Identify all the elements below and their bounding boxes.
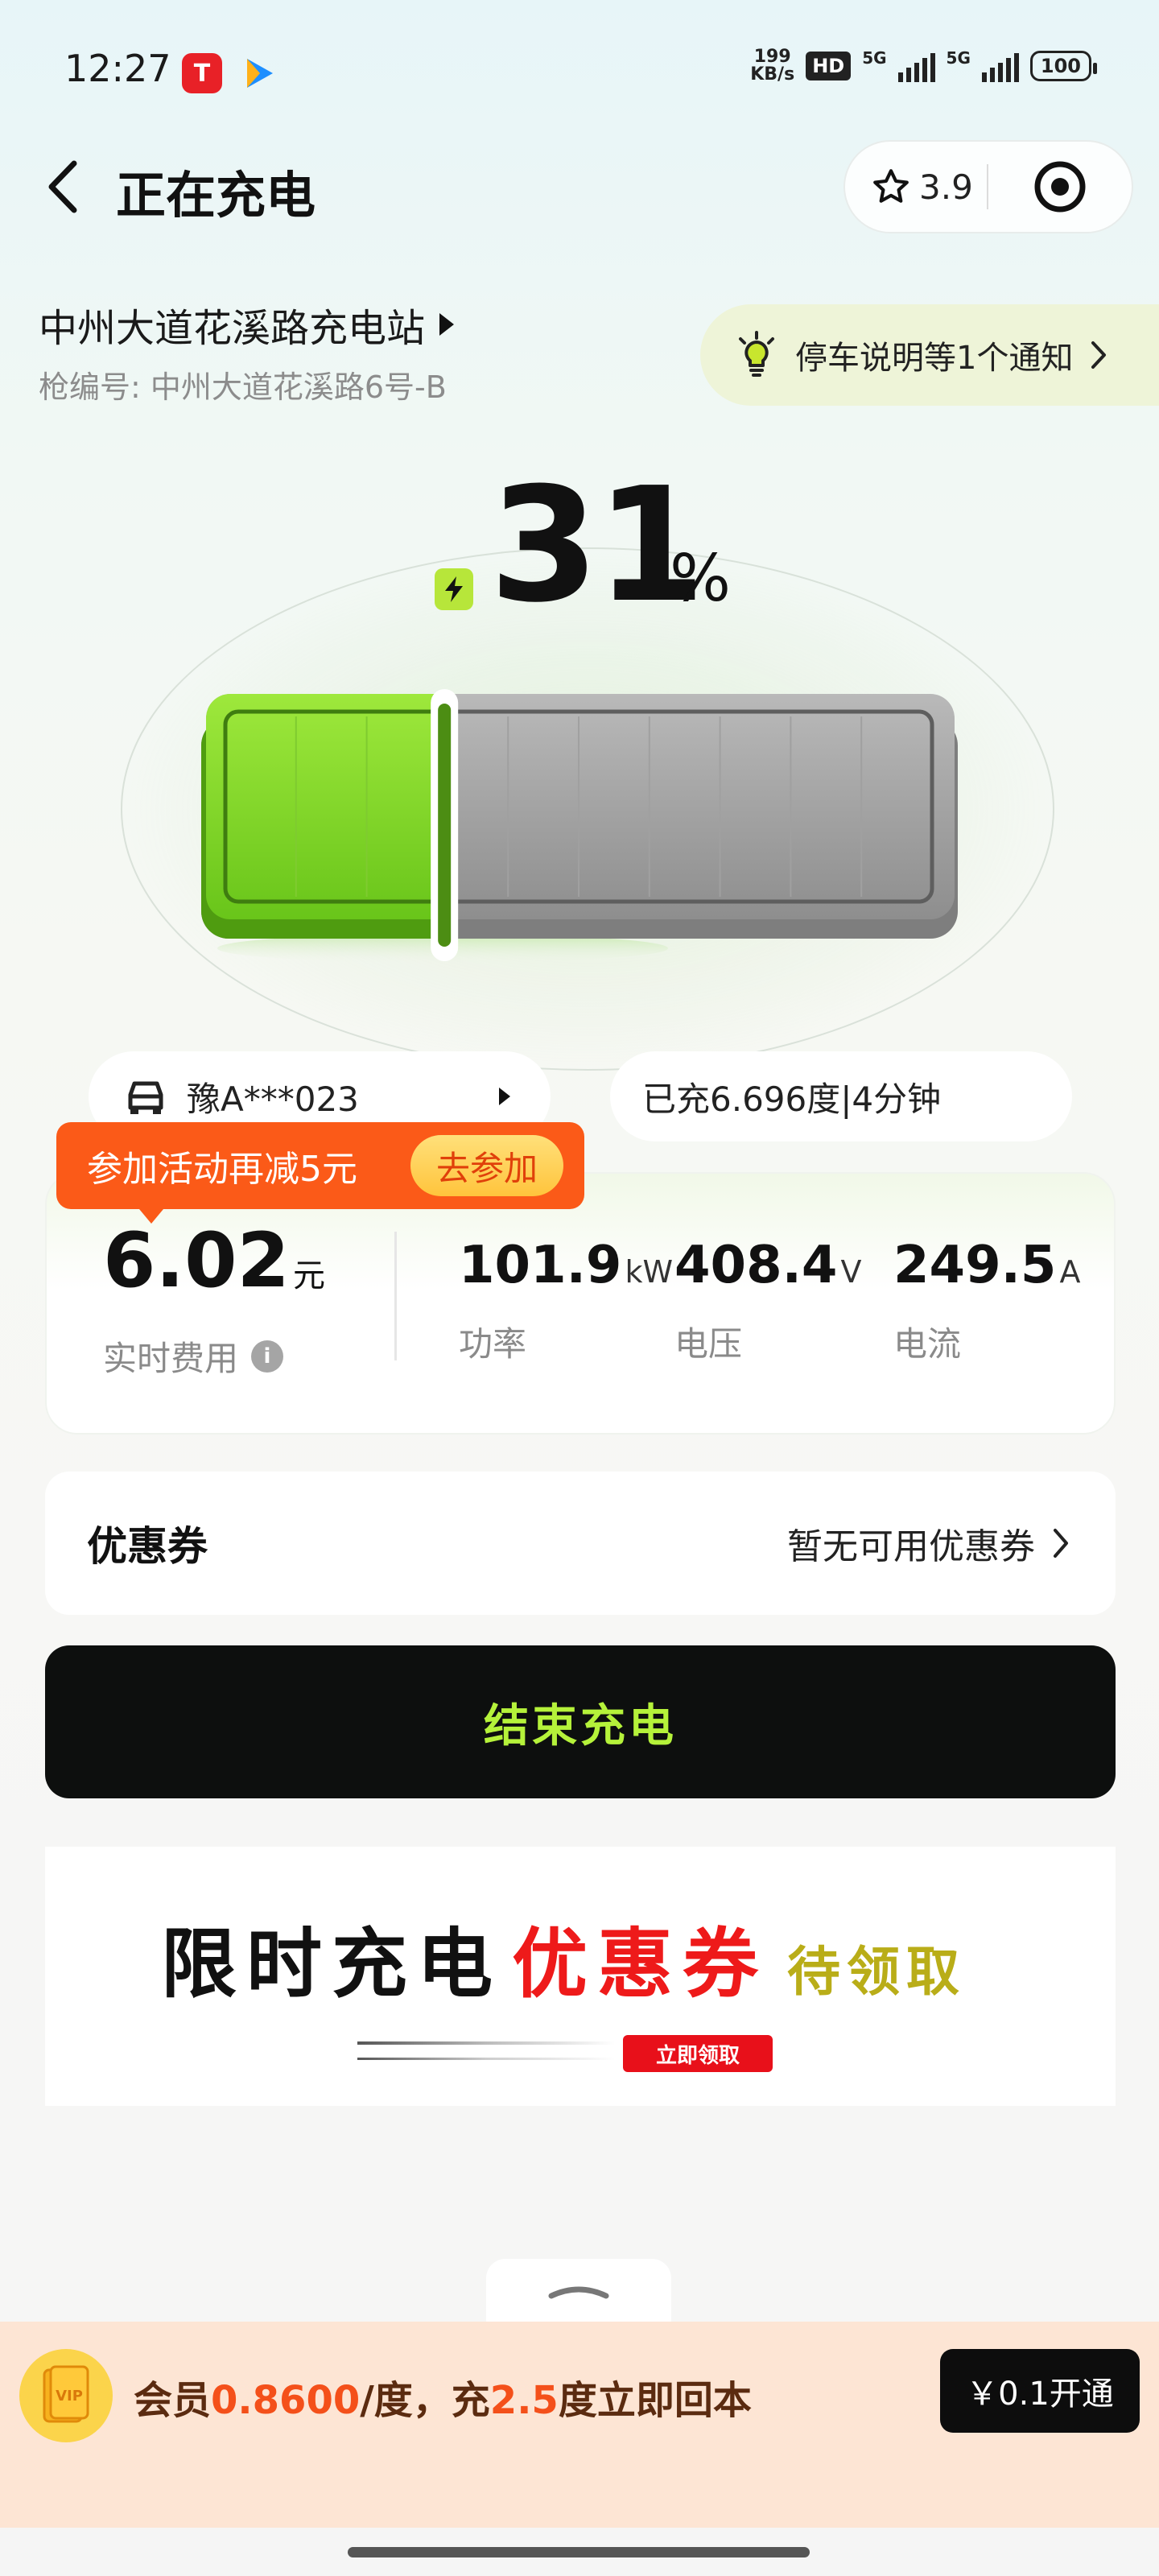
target-icon <box>1034 161 1086 213</box>
banner-speed-line <box>357 2041 615 2045</box>
car-icon <box>128 1081 163 1114</box>
station-name: 中州大道花溪路充电站 <box>39 306 426 351</box>
percent-sign: % <box>670 541 732 616</box>
station-name-link[interactable]: 中州大道花溪路充电站 <box>39 296 455 353</box>
member-amount: 2.5 <box>489 2378 559 2423</box>
power-number: 101.9 <box>459 1236 622 1295</box>
rating-value: 3.9 <box>919 167 973 207</box>
battery-graphic <box>201 689 958 963</box>
hd-badge: HD <box>806 52 852 80</box>
net-speed: 199 KB/s <box>750 48 794 84</box>
banner-part3: 待领取 <box>787 1941 967 2003</box>
member-offer-text: 会员0.8600/度，充2.5度立即回本 <box>134 2368 752 2425</box>
battery-level-marker <box>431 689 459 961</box>
status-indicators: 199 KB/s HD 5G 5G 100 <box>750 48 1098 84</box>
member-price: 0.8600 <box>211 2378 361 2423</box>
member-suffix: 度立即回本 <box>558 2378 752 2423</box>
net-speed-unit: KB/s <box>750 64 795 85</box>
caret-right-icon <box>439 313 455 336</box>
close-target-button[interactable] <box>988 159 1132 214</box>
signal-1-label: 5G <box>862 48 887 68</box>
fee-divider <box>394 1232 397 1360</box>
star-icon <box>873 169 909 203</box>
voltage-value: 408.4 V <box>674 1240 861 1291</box>
coupon-value-wrap: 暂无可用优惠券 <box>787 1517 1070 1569</box>
signal-2-icon <box>981 50 1019 82</box>
current-unit: A <box>1059 1254 1081 1290</box>
charged-summary-pill: 已充6.696度|4分钟 <box>610 1051 1072 1141</box>
coupon-value: 暂无可用优惠券 <box>787 1526 1035 1567</box>
current-label: 电流 <box>893 1324 962 1364</box>
tesla-app-icon: T <box>182 53 222 93</box>
coupon-row[interactable]: 优惠券 暂无可用优惠券 <box>45 1472 1116 1615</box>
chevron-up-icon <box>548 2286 609 2299</box>
fee-value: 6.02 <box>103 1217 290 1305</box>
banner-speed-line <box>357 2058 615 2060</box>
fee-unit: 元 <box>292 1257 325 1294</box>
signal-1-icon <box>897 50 935 82</box>
expand-handle[interactable] <box>486 2259 671 2331</box>
mini-program-capsule: 3.9 <box>843 140 1133 233</box>
tesla-letter: T <box>193 59 211 88</box>
power-value: 101.9 kW <box>459 1240 673 1291</box>
member-prefix: 会员 <box>134 2378 212 2423</box>
svg-text:VIP: VIP <box>56 2388 83 2405</box>
chevron-left-icon <box>48 160 77 213</box>
page-title: 正在充电 <box>116 166 316 225</box>
current-number: 249.5 <box>893 1236 1057 1295</box>
rating-button[interactable]: 3.9 <box>845 167 987 207</box>
banner-part2: 优惠券 <box>512 1921 769 2008</box>
voltage-label: 电压 <box>674 1324 743 1364</box>
coupon-title: 优惠券 <box>87 1523 208 1570</box>
net-speed-value: 199 <box>753 47 791 67</box>
battery-status-icon: 100 <box>1029 51 1098 81</box>
voltage-number: 408.4 <box>674 1236 838 1295</box>
notice-text: 停车说明等1个通知 <box>795 340 1074 377</box>
member-mid: /度，充 <box>360 2378 490 2423</box>
back-button[interactable] <box>45 155 93 219</box>
fee-label: 实时费用 <box>103 1339 239 1378</box>
open-membership-button[interactable]: ￥0.1开通 <box>940 2349 1140 2433</box>
promo-banner[interactable]: 参加活动再减5元 去参加 <box>56 1122 584 1209</box>
join-activity-button[interactable]: 去参加 <box>410 1135 563 1196</box>
banner-part1: 限时充电 <box>161 1921 503 2008</box>
power-unit: kW <box>625 1254 674 1290</box>
promo-text: 参加活动再减5元 <box>87 1149 357 1190</box>
charged-summary: 已充6.696度|4分钟 <box>642 1079 942 1119</box>
fee-value-wrap: 6.02 元 <box>103 1224 325 1299</box>
banner-headline: 限时充电 优惠券 待领取 <box>161 1903 966 2013</box>
claim-now-button[interactable]: 立即领取 <box>623 2035 773 2072</box>
chevron-right-icon <box>1054 1529 1068 1558</box>
notice-pill[interactable]: 停车说明等1个通知 <box>700 304 1159 406</box>
power-label: 功率 <box>459 1324 527 1364</box>
vehicle-plate: 豫A***023 <box>187 1079 359 1119</box>
status-time: 12:27 <box>64 47 171 90</box>
fee-label-wrap: 实时费用 i <box>103 1331 284 1381</box>
caret-right-icon <box>499 1088 510 1105</box>
info-icon[interactable]: i <box>251 1340 284 1373</box>
home-indicator[interactable] <box>348 2547 810 2557</box>
current-value: 249.5 A <box>893 1240 1080 1291</box>
chevron-right-icon <box>1091 341 1107 369</box>
signal-2-label: 5G <box>946 48 971 68</box>
end-charging-button[interactable]: 结束充电 <box>45 1645 1116 1798</box>
voltage-unit: V <box>840 1254 862 1290</box>
play-app-icon <box>240 53 280 93</box>
vip-icon: VIP <box>19 2349 113 2442</box>
lightning-icon <box>435 568 473 610</box>
lightbulb-icon <box>739 331 774 377</box>
gun-number: 枪编号: 中州大道花溪路6号-B <box>39 369 447 405</box>
